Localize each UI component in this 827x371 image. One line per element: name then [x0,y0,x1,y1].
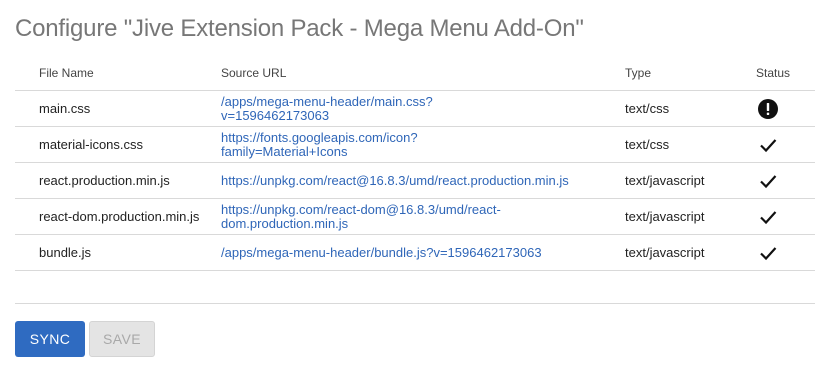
status-cell [756,126,815,163]
column-header-file-name: File Name [15,55,221,91]
column-header-source-url: Source URL [221,55,625,91]
footer-divider [15,303,815,304]
save-button[interactable]: SAVE [89,321,155,357]
file-name-cell: react-dom.production.min.js [15,198,221,235]
source-url-cell: /apps/mega-menu-header/main.css?v=159646… [221,90,625,127]
source-url-link[interactable]: /apps/mega-menu-header/bundle.js?v=15964… [221,245,542,260]
source-url-cell: https://unpkg.com/react-dom@16.8.3/umd/r… [221,198,625,235]
table-header-row: File Name Source URL Type Status [15,55,815,91]
source-url-cell: https://fonts.googleapis.com/icon?family… [221,126,625,163]
file-name-cell: material-icons.css [15,126,221,163]
checkmark-icon [756,133,780,157]
type-cell: text/javascript [625,162,756,199]
source-url-link[interactable]: /apps/mega-menu-header/main.css?v=159646… [221,94,521,123]
status-cell [756,234,815,271]
column-header-status: Status [756,55,815,91]
checkmark-icon [756,241,780,265]
table-row: react.production.min.js https://unpkg.co… [15,162,815,199]
source-url-cell: /apps/mega-menu-header/bundle.js?v=15964… [221,234,625,271]
source-url-link[interactable]: https://unpkg.com/react@16.8.3/umd/react… [221,173,569,188]
page-title: Configure "Jive Extension Pack - Mega Me… [15,15,584,42]
type-cell: text/css [625,126,756,163]
source-url-link[interactable]: https://fonts.googleapis.com/icon?family… [221,130,521,159]
column-header-type: Type [625,55,756,91]
type-cell: text/javascript [625,234,756,271]
files-table: File Name Source URL Type Status main.cs… [15,55,815,271]
table-row: material-icons.css https://fonts.googlea… [15,126,815,163]
file-name-cell: main.css [15,90,221,127]
sync-button[interactable]: SYNC [15,321,85,357]
status-cell [756,198,815,235]
file-name-cell: react.production.min.js [15,162,221,199]
table-row: main.css /apps/mega-menu-header/main.css… [15,90,815,127]
source-url-cell: https://unpkg.com/react@16.8.3/umd/react… [221,162,625,199]
source-url-link[interactable]: https://unpkg.com/react-dom@16.8.3/umd/r… [221,202,521,231]
file-name-cell: bundle.js [15,234,221,271]
checkmark-icon [756,169,780,193]
status-cell [756,90,815,127]
status-cell [756,162,815,199]
type-cell: text/css [625,90,756,127]
table-row: bundle.js /apps/mega-menu-header/bundle.… [15,234,815,271]
table-row: react-dom.production.min.js https://unpk… [15,198,815,235]
configure-dialog: Configure "Jive Extension Pack - Mega Me… [0,0,827,371]
error-circle-icon [756,97,780,121]
checkmark-icon [756,205,780,229]
type-cell: text/javascript [625,198,756,235]
